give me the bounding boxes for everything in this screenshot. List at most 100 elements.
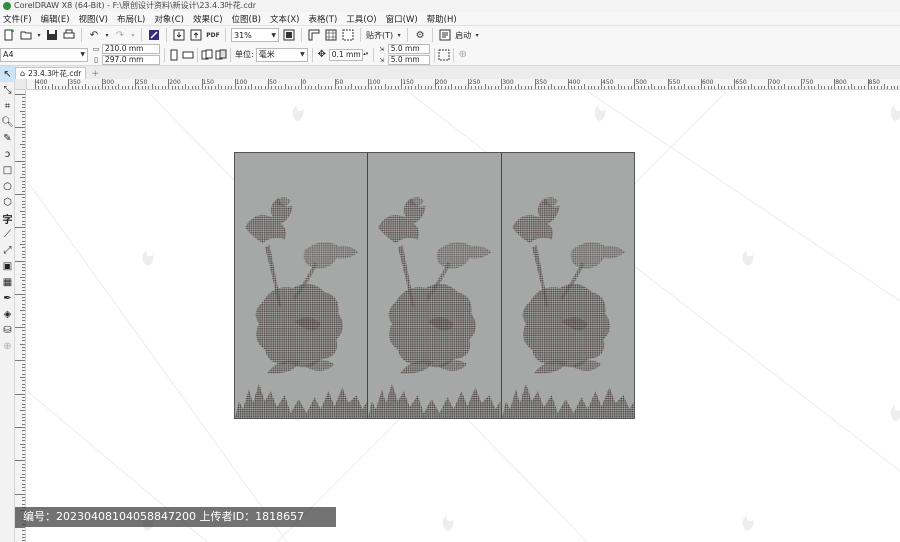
show-guidelines-icon[interactable] — [341, 28, 355, 42]
artwork-triptych[interactable] — [234, 152, 635, 419]
stepper-icon[interactable]: ▴▾ — [363, 48, 369, 62]
rectangle-tool-icon[interactable]: □ — [0, 162, 15, 178]
menu-object[interactable]: 对象(C) — [153, 13, 192, 25]
flower-panel[interactable] — [235, 153, 369, 418]
ruler-tick — [674, 86, 676, 89]
parallel-dimension-icon[interactable]: ⟋ — [0, 226, 15, 242]
smart-fill-icon[interactable]: ⛁ — [0, 322, 15, 338]
watermark-logo-mark — [142, 250, 154, 266]
ruler-tick — [234, 79, 236, 89]
add-icon[interactable]: ⊕ — [456, 48, 470, 62]
menu-layout[interactable]: 布局(L) — [116, 13, 153, 25]
pick-tool-icon[interactable]: ↖ — [0, 66, 15, 82]
ruler-tick-label: 500 — [635, 79, 647, 86]
dropdown-arrow-icon[interactable]: ▾ — [474, 28, 480, 42]
ruler-corner[interactable] — [15, 79, 27, 90]
menu-table[interactable]: 表格(T) — [307, 13, 345, 25]
page-width-field[interactable]: 210.0 mm — [102, 44, 160, 54]
ellipse-tool-icon[interactable]: ○ — [0, 178, 15, 194]
transparency-tool-icon[interactable]: ▦ — [0, 274, 15, 290]
show-grid-icon[interactable] — [324, 28, 338, 42]
menu-bitmaps[interactable]: 位图(B) — [231, 13, 269, 25]
connector-tool-icon[interactable]: ⤢ — [0, 242, 15, 258]
menu-bar: 文件(F) 编辑(E) 视图(V) 布局(L) 对象(C) 效果(C) 位图(B… — [0, 12, 900, 26]
ruler-tick — [114, 86, 116, 89]
redo-icon[interactable]: ↷ — [113, 28, 127, 42]
dropdown-arrow-icon[interactable]: ▾ — [396, 28, 402, 42]
print-icon[interactable] — [62, 28, 76, 42]
ruler-tick — [294, 86, 296, 89]
landscape-icon[interactable] — [181, 48, 195, 62]
zoom-level-select[interactable]: 31% ▼ — [231, 28, 279, 42]
portrait-icon[interactable] — [167, 48, 181, 62]
separator — [164, 47, 165, 62]
duplicate-x-field[interactable]: 5.0 mm — [387, 44, 430, 54]
zoom-tool-icon[interactable]: 🔍︎ — [0, 114, 15, 130]
freehand-tool-icon[interactable]: ✎ — [0, 130, 15, 146]
eyedropper-tool-icon[interactable]: ✒ — [0, 290, 15, 306]
import-icon[interactable] — [172, 28, 186, 42]
flower-panel[interactable] — [501, 153, 634, 418]
launch-button[interactable]: 启动 — [455, 30, 471, 41]
open-folder-icon[interactable] — [19, 28, 33, 42]
add-tool-icon[interactable]: ⊕ — [0, 338, 15, 354]
crop-tool-icon[interactable]: ⌗ — [0, 98, 15, 114]
save-icon[interactable] — [45, 28, 59, 42]
ruler-tick — [20, 410, 25, 412]
horizontal-ruler[interactable]: 400 350 300 250 200 150 100 50 0 50 100 150 200 250 30… — [27, 79, 900, 90]
flower-panel[interactable] — [368, 153, 502, 418]
menu-edit[interactable]: 编辑(E) — [40, 13, 78, 25]
artistic-media-icon[interactable]: ↄ — [0, 146, 15, 162]
ruler-tick — [361, 86, 363, 89]
new-document-icon[interactable] — [2, 28, 16, 42]
menu-tools[interactable]: 工具(O) — [345, 13, 384, 25]
menu-text[interactable]: 文本(X) — [269, 13, 307, 25]
ruler-tick — [221, 86, 223, 89]
ruler-tick — [22, 173, 25, 175]
ruler-tick — [248, 86, 250, 89]
current-page-icon[interactable] — [214, 48, 228, 62]
page-border-icon[interactable] — [437, 48, 451, 62]
add-tab-icon[interactable]: + — [89, 69, 101, 79]
export-icon[interactable] — [189, 28, 203, 42]
dropdown-arrow-icon[interactable]: ▾ — [130, 28, 136, 42]
page-height-field[interactable]: 297.0 mm — [102, 55, 160, 65]
show-rulers-icon[interactable] — [307, 28, 321, 42]
vertical-ruler[interactable] — [15, 90, 26, 542]
separator — [230, 47, 231, 62]
interactive-fill-icon[interactable]: ◈ — [0, 306, 15, 322]
duplicate-y-field[interactable]: 5.0 mm — [387, 55, 430, 65]
menu-view[interactable]: 视图(V) — [78, 13, 116, 25]
page-size-select[interactable]: A4 ▼ — [0, 47, 88, 62]
polygon-tool-icon[interactable]: ⬡ — [0, 194, 15, 210]
undo-icon[interactable]: ↶ — [87, 28, 101, 42]
dropdown-arrow-icon[interactable]: ▾ — [104, 28, 110, 42]
gear-icon[interactable]: ⚙ — [413, 28, 427, 42]
drop-shadow-icon[interactable]: ▣ — [0, 258, 15, 274]
ruler-tick-label: 400 — [36, 79, 48, 86]
snap-to-button[interactable]: 贴齐(T) — [366, 30, 393, 41]
full-screen-icon[interactable] — [282, 28, 296, 42]
publish-pdf-icon[interactable]: PDF — [206, 28, 220, 42]
menu-help[interactable]: 帮助(H) — [426, 13, 465, 25]
ruler-tick — [22, 153, 25, 155]
ruler-tick — [22, 367, 25, 369]
menu-window[interactable]: 窗口(W) — [385, 13, 426, 25]
ruler-tick — [278, 86, 280, 89]
all-pages-icon[interactable] — [200, 48, 214, 62]
menu-file[interactable]: 文件(F) — [2, 13, 40, 25]
launcher-icon[interactable] — [438, 28, 452, 42]
ruler-tick — [264, 86, 266, 89]
nudge-distance-field[interactable]: 0.1 mm — [328, 48, 363, 61]
corel-connect-icon[interactable] — [147, 28, 161, 42]
ruler-tick — [391, 86, 393, 89]
units-select[interactable]: 毫米 ▼ — [255, 47, 308, 62]
document-tab[interactable]: ⌂ 23.4.3叶花.cdr — [15, 67, 87, 79]
ruler-tick — [22, 213, 25, 215]
ruler-tick — [15, 193, 25, 195]
shape-tool-icon[interactable]: ⤡ — [0, 82, 15, 98]
menu-effects[interactable]: 效果(C) — [192, 13, 231, 25]
ruler-tick — [701, 79, 702, 89]
dropdown-arrow-icon[interactable]: ▾ — [36, 28, 42, 42]
text-tool-icon[interactable]: 字 — [0, 210, 15, 226]
